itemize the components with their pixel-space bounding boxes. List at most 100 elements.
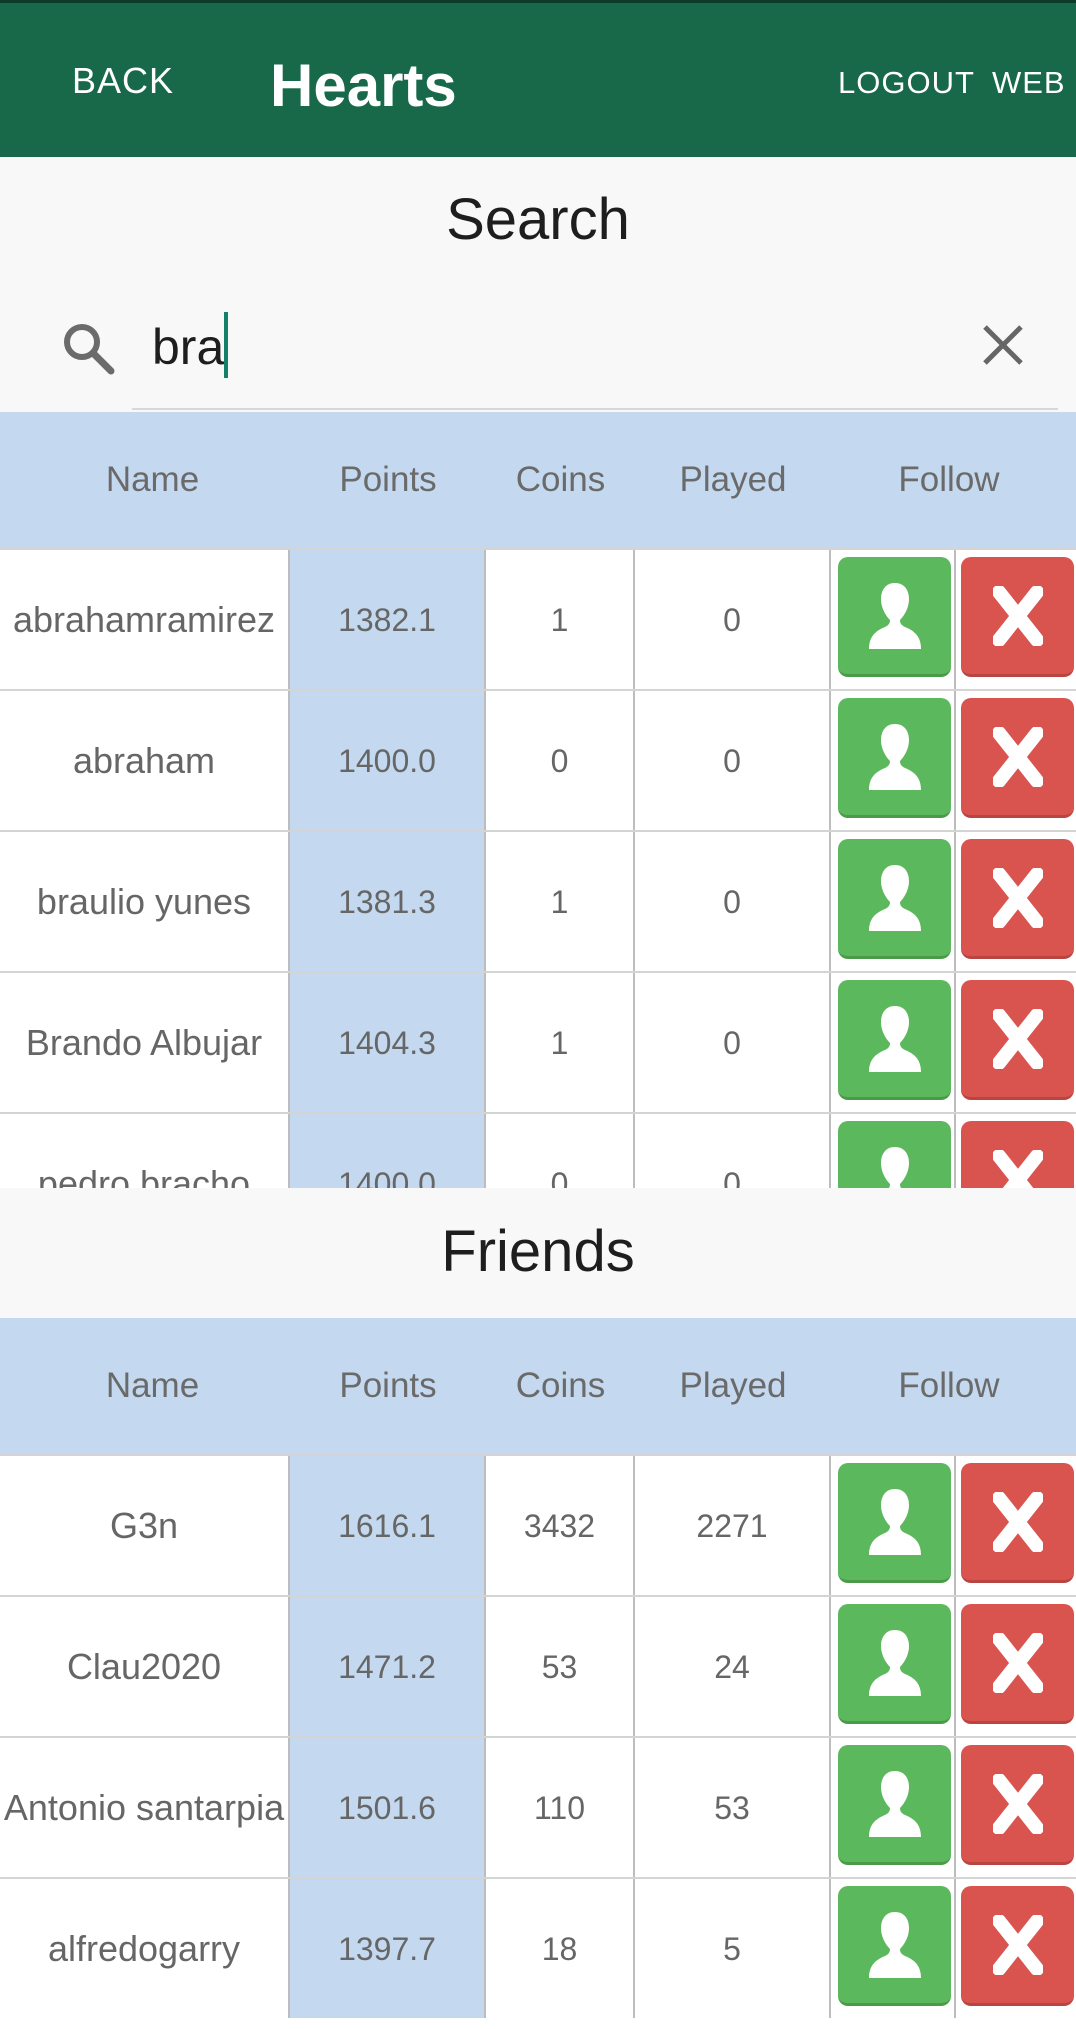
x-icon [992,726,1043,787]
follow-button[interactable] [838,1886,951,2006]
person-icon [868,1770,921,1837]
player-points: 1381.3 [290,832,486,971]
table-row: pedro bracho 1400.0 0 0 [0,1112,1076,1188]
column-header-coins: Coins [515,1366,606,1405]
app-title: Hearts [270,52,457,119]
player-coins: 1 [486,973,635,1112]
table-row: Clau2020 1471.2 53 24 [0,1595,1076,1736]
person-icon [868,582,921,649]
person-icon [880,1146,909,1188]
friends-title: Friends [441,1219,635,1284]
remove-button[interactable] [961,1886,1074,2006]
follow-button[interactable] [838,1121,951,1188]
remove-button[interactable] [961,839,1074,959]
player-played: 0 [635,973,831,1112]
column-header-points: Points [339,460,437,499]
remove-button[interactable] [961,1745,1074,1865]
remove-button[interactable] [961,1463,1074,1583]
player-name: Clau2020 [0,1597,290,1736]
player-points: 1616.1 [290,1456,486,1595]
player-played: 24 [635,1597,831,1736]
remove-button[interactable] [961,1121,1074,1188]
player-points: 1400.0 [290,1114,486,1188]
table-row: alfredogarry 1397.7 18 5 [0,1877,1076,2018]
follow-button[interactable] [838,980,951,1100]
search-title: Search [446,187,630,252]
search-underline [132,408,1058,410]
person-icon [868,1488,921,1555]
x-icon [992,867,1043,928]
search-input[interactable]: bra [152,312,224,382]
player-name: Antonio santarpia [0,1738,290,1877]
person-icon [868,723,921,790]
back-button[interactable]: BACK [72,60,174,102]
x-icon [992,1491,1043,1552]
player-played: 5 [635,1879,831,2018]
player-points: 1471.2 [290,1597,486,1736]
player-name: G3n [0,1456,290,1595]
x-icon [992,1773,1043,1834]
remove-button[interactable] [961,698,1074,818]
person-icon [868,864,921,931]
web-button[interactable]: WEB [992,65,1066,101]
x-icon [992,1149,1043,1188]
follow-button[interactable] [838,839,951,959]
follow-button[interactable] [838,1463,951,1583]
table-header: Name Points Coins Played Follow [0,1318,1076,1454]
player-points: 1400.0 [290,691,486,830]
remove-button[interactable] [961,980,1074,1100]
table-row: braulio yunes 1381.3 1 0 [0,830,1076,971]
player-played: 0 [635,550,831,689]
close-icon[interactable] [980,322,1026,368]
button-divider [954,973,956,1112]
player-coins: 1 [486,550,635,689]
column-header-played: Played [679,1366,787,1405]
button-divider [954,1597,956,1736]
column-header-follow: Follow [898,1366,1000,1405]
player-coins: 0 [486,1114,635,1188]
player-points: 1397.7 [290,1879,486,2018]
player-played: 53 [635,1738,831,1877]
person-icon [868,1911,921,1978]
app-bar: BACK Hearts LOGOUT WEB [0,0,1076,157]
x-icon [992,585,1043,646]
player-name: abrahamramirez [0,550,290,689]
table-row: abrahamramirez 1382.1 1 0 [0,548,1076,689]
player-played: 0 [635,832,831,971]
logout-button[interactable]: LOGOUT [838,65,975,101]
column-header-played: Played [679,460,787,499]
player-points: 1501.6 [290,1738,486,1877]
button-divider [954,1738,956,1877]
player-name: braulio yunes [0,832,290,971]
remove-button[interactable] [961,1604,1074,1724]
button-divider [954,550,956,689]
follow-button[interactable] [838,557,951,677]
player-name: alfredogarry [0,1879,290,2018]
follow-button[interactable] [838,1604,951,1724]
button-divider [954,691,956,830]
button-divider [954,832,956,971]
player-played: 0 [635,1114,831,1188]
x-icon [992,1632,1043,1693]
table-row: Brando Albujar 1404.3 1 0 [0,971,1076,1112]
player-played: 2271 [635,1456,831,1595]
table-row: abraham 1400.0 0 0 [0,689,1076,830]
x-icon [992,1008,1043,1069]
button-divider [954,1114,956,1188]
column-header-name: Name [105,1366,200,1405]
button-divider [954,1879,956,2018]
table-row: G3n 1616.1 3432 2271 [0,1454,1076,1595]
column-header-points: Points [339,1366,437,1405]
column-header-name: Name [105,460,200,499]
search-rows: abrahamramirez 1382.1 1 0 abraham 1400.0… [0,548,1076,1188]
column-header-coins: Coins [515,460,606,499]
follow-button[interactable] [838,1745,951,1865]
person-icon [868,1005,921,1072]
player-name: pedro bracho [0,1114,290,1188]
table-header: Name Points Coins Played Follow [0,412,1076,548]
player-coins: 3432 [486,1456,635,1595]
search-icon [64,324,115,375]
remove-button[interactable] [961,557,1074,677]
follow-button[interactable] [838,698,951,818]
search-results-table: Name Points Coins Played Follow abrahamr… [0,412,1076,1188]
